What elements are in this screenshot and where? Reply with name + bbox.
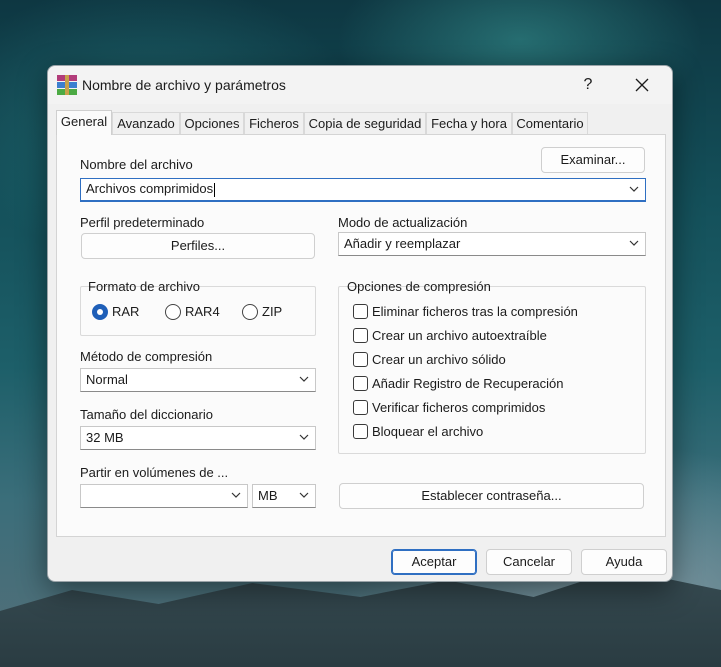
help-button[interactable]: Ayuda bbox=[581, 549, 667, 575]
update-mode-select[interactable]: Añadir y reemplazar bbox=[338, 232, 646, 256]
archive-name-input[interactable]: Archivos comprimidos bbox=[80, 178, 646, 202]
tab-opciones[interactable]: Opciones bbox=[180, 112, 244, 134]
dictionary-size-select[interactable]: 32 MB bbox=[80, 426, 316, 450]
checkbox-recovery-record-label: Añadir Registro de Recuperación bbox=[372, 376, 564, 391]
chevron-down-icon bbox=[629, 240, 639, 246]
compression-method-select[interactable]: Normal bbox=[80, 368, 316, 392]
split-size-select[interactable] bbox=[80, 484, 248, 508]
close-icon bbox=[635, 78, 649, 92]
chevron-down-icon bbox=[629, 186, 639, 192]
chevron-down-icon bbox=[299, 492, 309, 498]
tab-copia-de-seguridad[interactable]: Copia de seguridad bbox=[304, 112, 426, 134]
tab-strip: General Avanzado Opciones Ficheros Copia… bbox=[56, 110, 666, 135]
archive-name-value: Archivos comprimidos bbox=[86, 181, 214, 196]
update-mode-label: Modo de actualización bbox=[338, 215, 468, 230]
title-bar: Nombre de archivo y parámetros ? bbox=[48, 66, 672, 104]
compression-method-label: Método de compresión bbox=[80, 349, 213, 364]
cancel-button[interactable]: Cancelar bbox=[486, 549, 572, 575]
checkbox-lock-label: Bloquear el archivo bbox=[372, 424, 484, 439]
split-unit-value: MB bbox=[258, 488, 278, 503]
checkbox-solid-label: Crear un archivo sólido bbox=[372, 352, 506, 367]
archive-name-label: Nombre del archivo bbox=[80, 157, 193, 172]
browse-button[interactable]: Examinar... bbox=[541, 147, 645, 173]
tab-ficheros[interactable]: Ficheros bbox=[244, 112, 304, 134]
split-volumes-label: Partir en volúmenes de ... bbox=[80, 465, 229, 480]
profiles-button[interactable]: Perfiles... bbox=[81, 233, 315, 259]
dictionary-size-label: Tamaño del diccionario bbox=[80, 407, 213, 422]
update-mode-value: Añadir y reemplazar bbox=[344, 236, 461, 251]
winrar-icon bbox=[57, 75, 77, 95]
tab-fecha-y-hora[interactable]: Fecha y hora bbox=[426, 112, 512, 134]
split-unit-select[interactable]: MB bbox=[252, 484, 316, 508]
compression-method-value: Normal bbox=[86, 372, 128, 387]
radio-rar4-label: RAR4 bbox=[185, 304, 220, 319]
checkbox-sfx-label: Crear un archivo autoextraíble bbox=[372, 328, 547, 343]
close-button[interactable] bbox=[622, 72, 662, 98]
chevron-down-icon bbox=[299, 434, 309, 440]
window-title: Nombre de archivo y parámetros bbox=[82, 77, 286, 93]
tab-avanzado[interactable]: Avanzado bbox=[112, 112, 180, 134]
radio-rar-label: RAR bbox=[112, 304, 140, 319]
chevron-down-icon bbox=[299, 376, 309, 382]
help-icon-button[interactable]: ? bbox=[568, 72, 608, 98]
chevron-down-icon bbox=[231, 492, 241, 498]
archive-format-label: Formato de archivo bbox=[88, 279, 200, 294]
radio-zip-label: ZIP bbox=[262, 304, 283, 319]
tab-comentario[interactable]: Comentario bbox=[512, 112, 588, 134]
default-profile-label: Perfil predeterminado bbox=[80, 215, 205, 230]
dictionary-size-value: 32 MB bbox=[86, 430, 124, 445]
set-password-button[interactable]: Establecer contraseña... bbox=[339, 483, 644, 509]
ok-button[interactable]: Aceptar bbox=[391, 549, 477, 575]
tab-general[interactable]: General bbox=[56, 110, 112, 135]
checkbox-verify-label: Verificar ficheros comprimidos bbox=[372, 400, 546, 415]
checkbox-delete-after-label: Eliminar ficheros tras la compresión bbox=[372, 304, 578, 319]
compression-options-label: Opciones de compresión bbox=[347, 279, 491, 294]
archive-dialog: Nombre de archivo y parámetros ? General… bbox=[47, 65, 673, 582]
